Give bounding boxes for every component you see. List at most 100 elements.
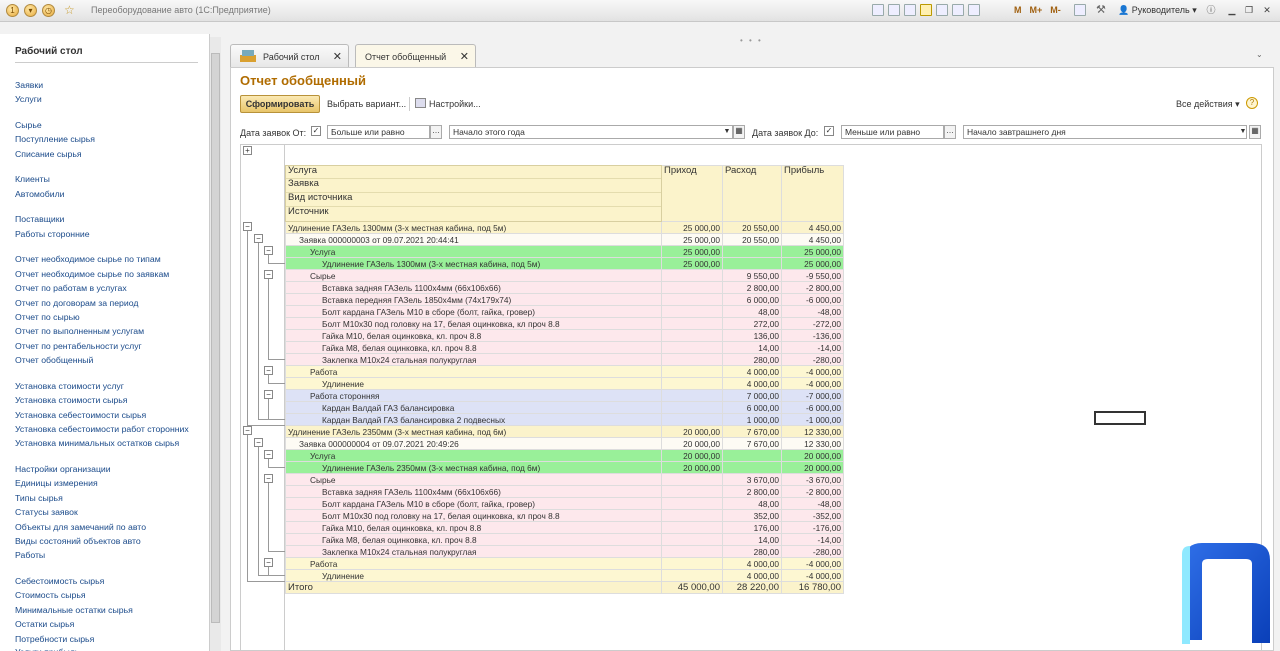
table-row[interactable]: Вставка задняя ГАЗель 1100х4мм (66х106х6… [285, 485, 844, 498]
table-row[interactable]: Заявка 000000003 от 09.07.2021 20:44:41 2… [285, 233, 844, 246]
table-row[interactable]: Работа сторонняя 7 000,00 -7 000,00 [285, 389, 844, 402]
table-row[interactable]: Вставка передняя ГАЗель 1850х4мм (74х179… [285, 293, 844, 306]
sidebar-item[interactable]: Отчет необходимое сырье по типам [15, 254, 161, 264]
filter-to-value[interactable]: Начало завтрашнего дня [963, 125, 1247, 139]
chevron-down-icon[interactable]: ▼ [1238, 125, 1248, 139]
filter-to-condition[interactable]: Меньше или равно [841, 125, 944, 139]
menu-icon[interactable]: ▾ [24, 4, 37, 17]
app-logo-icon[interactable]: 1 [6, 4, 19, 17]
table-row[interactable]: Гайка М8, белая оцинковка, кл. проч 8.8 1… [285, 341, 844, 354]
print-icon[interactable] [888, 4, 900, 16]
table-row[interactable]: Болт М10х30 под головку на 17, белая оци… [285, 317, 844, 330]
calendar-icon[interactable]: ▦ [733, 125, 745, 139]
settings-icon[interactable] [415, 98, 426, 108]
table-row[interactable]: Удлинение ГАЗель 2350мм (3-х местная каб… [285, 425, 844, 438]
table-row[interactable]: Заклепка М10х24 стальная полукруглая 280,… [285, 545, 844, 558]
sidebar-item[interactable]: Заявки [15, 80, 43, 90]
collapse-icon[interactable]: − [264, 474, 273, 483]
sidebar-item[interactable]: Объекты для замечаний по авто [15, 522, 146, 532]
table-row[interactable]: Болт кардана ГАЗель М10 в сборе (болт, г… [285, 497, 844, 510]
table-row[interactable]: Удлинение ГАЗель 1300мм (3-х местная каб… [285, 221, 844, 234]
memory-subtract-button[interactable]: M- [1050, 4, 1061, 17]
collapse-icon[interactable]: − [243, 426, 252, 435]
all-actions-button[interactable]: Все действия ▾ [1176, 99, 1240, 110]
table-row[interactable]: Сырье 3 670,00 -3 670,00 [285, 473, 844, 486]
sidebar-item[interactable]: Установка минимальных остатков сырья [15, 438, 179, 448]
choose-variant-button[interactable]: Выбрать вариант... [327, 99, 406, 109]
sidebar-item[interactable]: Статусы заявок [15, 507, 78, 517]
table-row[interactable]: Кардан Валдай ГАЗ балансировка 2 подвесн… [285, 413, 844, 426]
user-name[interactable]: 👤 Руководитель ▾ [1118, 5, 1197, 16]
sidebar-item[interactable]: Работы сторонние [15, 229, 90, 239]
generate-button[interactable]: Сформировать [240, 95, 320, 113]
collapse-icon[interactable]: − [254, 234, 263, 243]
expand-all-icon[interactable]: + [243, 146, 252, 155]
close-window-button[interactable]: ✕ [1261, 4, 1273, 16]
table-row[interactable]: Болт М10х30 под головку на 17, белая оци… [285, 509, 844, 522]
settings-button[interactable]: Настройки... [429, 99, 481, 109]
windows-icon[interactable] [1074, 4, 1086, 16]
table-row[interactable]: Заклепка М10х24 стальная полукруглая 280,… [285, 353, 844, 366]
calculator-icon[interactable] [968, 4, 980, 16]
memory-button[interactable]: M [1014, 4, 1022, 17]
filter-to-checkbox[interactable]: ✓ [824, 126, 834, 136]
sidebar-item[interactable]: Отчет по рентабельности услуг [15, 341, 142, 351]
restore-button[interactable]: ❐ [1243, 4, 1255, 16]
table-row[interactable]: Удлинение 4 000,00 -4 000,00 [285, 377, 844, 390]
calendar-icon[interactable]: ▦ [1249, 125, 1261, 139]
collapse-icon[interactable]: − [243, 222, 252, 231]
chevron-down-icon[interactable]: ⌄ [1256, 50, 1263, 59]
table-row[interactable]: Услуга 25 000,00 25 000,00 [285, 245, 844, 258]
sidebar-item[interactable]: Автомобили [15, 189, 65, 199]
table-row[interactable]: Гайка М10, белая оцинковка, кл. проч 8.8… [285, 521, 844, 534]
tab-report[interactable]: Отчет обобщенный ✕ [355, 44, 476, 68]
close-icon[interactable]: ✕ [460, 45, 469, 69]
splitter-dots-icon[interactable]: • • • [740, 36, 763, 45]
collapse-icon[interactable]: − [264, 558, 273, 567]
table-row[interactable]: Болт кардана ГАЗель М10 в сборе (болт, г… [285, 305, 844, 318]
preview-icon[interactable] [904, 4, 916, 16]
history-icon[interactable]: ◷ [42, 4, 55, 17]
sidebar-item[interactable]: Остатки сырья [15, 619, 74, 629]
collapse-icon[interactable]: − [264, 390, 273, 399]
collapse-icon[interactable]: − [264, 270, 273, 279]
table-row[interactable]: Работа 4 000,00 -4 000,00 [285, 365, 844, 378]
close-icon[interactable]: ✕ [333, 45, 342, 69]
sidebar-item[interactable]: Клиенты [15, 174, 50, 184]
sidebar-item[interactable]: Услуги [15, 94, 42, 104]
table-row[interactable]: Услуга 20 000,00 20 000,00 [285, 449, 844, 462]
sidebar-item[interactable]: Отчет по выполненным услугам [15, 326, 144, 336]
sidebar-item[interactable]: Отчет по работам в услугах [15, 283, 127, 293]
sidebar-item[interactable]: Единицы измерения [15, 478, 98, 488]
sidebar-item[interactable]: Сырье [15, 120, 42, 130]
calendar-icon[interactable] [952, 4, 964, 16]
table-row[interactable]: Удлинение 4 000,00 -4 000,00 [285, 569, 844, 582]
sidebar-item[interactable]: Установка стоимости услуг [15, 381, 124, 391]
sidebar-item[interactable]: Поставщики [15, 214, 64, 224]
collapse-icon[interactable]: − [264, 450, 273, 459]
sidebar-item[interactable]: Отчет по сырью [15, 312, 80, 322]
sidebar-item[interactable]: Услуги прибыль [15, 647, 79, 651]
collapse-icon[interactable]: − [264, 246, 273, 255]
save-icon[interactable] [872, 4, 884, 16]
sidebar-item[interactable]: Отчет необходимое сырье по заявкам [15, 269, 169, 279]
sidebar-item[interactable]: Работы [15, 550, 45, 560]
table-row[interactable]: Кардан Валдай ГАЗ балансировка 6 000,00 -6… [285, 401, 844, 414]
sidebar-item[interactable]: Установка себестоимости работ сторонних [15, 424, 189, 434]
link-icon[interactable] [936, 4, 948, 16]
sidebar-item[interactable]: Виды состояний объектов авто [15, 536, 141, 546]
sidebar-item[interactable]: Отчет обобщенный [15, 355, 93, 365]
table-row[interactable]: Гайка М8, белая оцинковка, кл. проч 8.8 1… [285, 533, 844, 546]
sidebar-item[interactable]: Стоимость сырья [15, 590, 86, 600]
table-row[interactable]: Гайка М10, белая оцинковка, кл. проч 8.8… [285, 329, 844, 342]
sidebar-item[interactable]: Установка стоимости сырья [15, 395, 127, 405]
table-row[interactable]: Удлинение ГАЗель 2350мм (3-х местная каб… [285, 461, 844, 474]
filter-from-checkbox[interactable]: ✓ [311, 126, 321, 136]
sidebar-item[interactable]: Настройки организации [15, 464, 111, 474]
table-row[interactable]: Сырье 9 550,00 -9 550,00 [285, 269, 844, 282]
filter-from-condition[interactable]: Больше или равно [327, 125, 430, 139]
help-icon[interactable]: ? [1246, 97, 1258, 109]
sidebar-item[interactable]: Минимальные остатки сырья [15, 605, 133, 615]
collapse-icon[interactable]: − [264, 366, 273, 375]
selected-cell[interactable] [1094, 411, 1146, 425]
